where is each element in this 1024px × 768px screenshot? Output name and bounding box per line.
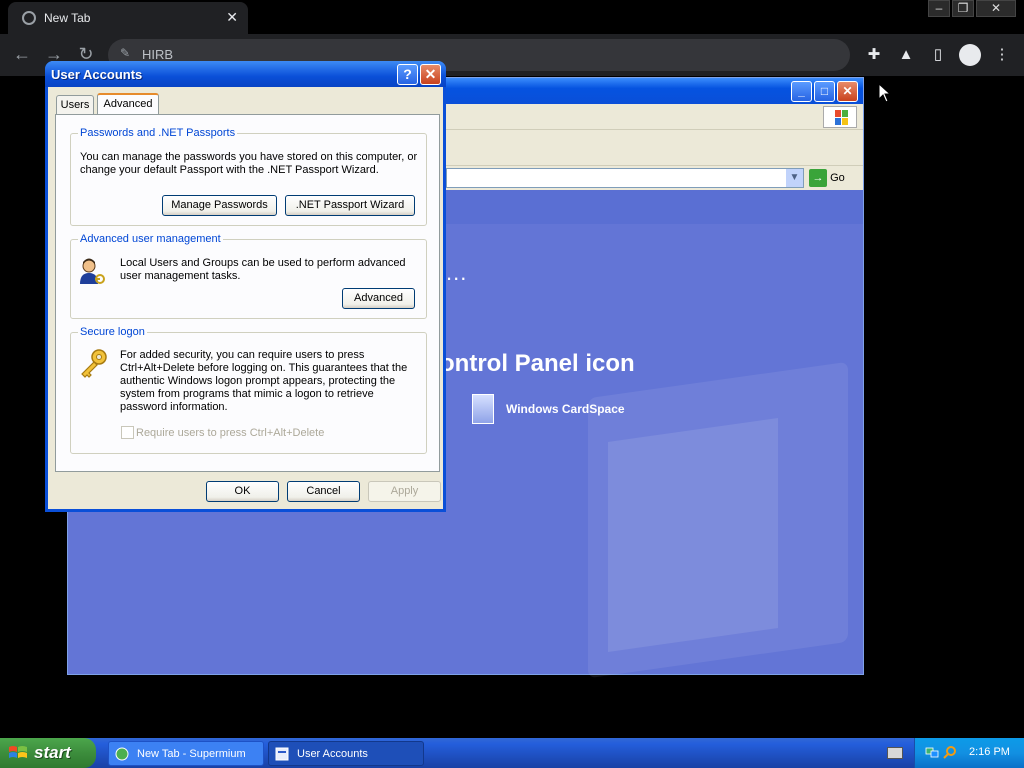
passwords-description: You can manage the passwords you have st…	[80, 151, 418, 176]
cp-close-button[interactable]: ✕	[837, 81, 858, 102]
user-accounts-app-icon	[275, 747, 289, 761]
site-info-icon[interactable]: ✎	[120, 46, 130, 60]
require-ctrl-alt-del-label: Require users to press Ctrl+Alt+Delete	[136, 427, 325, 439]
advanced-tab-pane: Passwords and .NET Passports You can man…	[55, 114, 440, 472]
cardspace-link[interactable]: Windows CardSpace	[506, 402, 625, 416]
side-panel-icon[interactable]: ▯	[927, 44, 949, 66]
restore-button[interactable]: ❐	[952, 0, 974, 17]
passport-wizard-button[interactable]: .NET Passport Wizard	[285, 195, 415, 216]
advanced-description: Local Users and Groups can be used to pe…	[120, 257, 406, 282]
taskbar-item-browser-label: New Tab - Supermium	[137, 748, 246, 760]
taskbar-item-browser[interactable]: New Tab - Supermium	[108, 741, 264, 766]
ok-button[interactable]: OK	[206, 481, 279, 502]
search-icon[interactable]	[943, 745, 957, 759]
go-label: Go	[830, 172, 845, 184]
windows-logo-icon	[823, 106, 857, 128]
windows-flag-icon	[9, 746, 27, 758]
minimize-button[interactable]: –	[928, 0, 950, 17]
passwords-group: Passwords and .NET Passports You can man…	[70, 127, 427, 226]
start-button[interactable]: start	[0, 738, 96, 768]
secure-logon-label: Secure logon	[78, 326, 147, 338]
labs-flask-icon[interactable]: ▲	[895, 44, 917, 66]
manage-passwords-button[interactable]: Manage Passwords	[162, 195, 277, 216]
browser-app-icon	[115, 747, 129, 761]
window-close-button[interactable]: ✕	[976, 0, 1016, 17]
back-icon[interactable]: ←	[10, 43, 34, 67]
dialog-titlebar[interactable]: User Accounts ? ✕	[45, 61, 446, 87]
passwords-group-label: Passwords and .NET Passports	[78, 127, 238, 139]
users-icon	[80, 258, 105, 284]
keyboard-icon[interactable]	[887, 747, 903, 759]
cardspace-icon[interactable]	[472, 394, 494, 424]
window-controls: – ❐ ✕	[928, 0, 1016, 18]
cancel-button[interactable]: Cancel	[287, 481, 360, 502]
user-accounts-dialog: User Accounts ? ✕ Users Advanced Passwor…	[45, 61, 446, 512]
extensions-icon[interactable]: ✚	[863, 44, 885, 66]
start-label: start	[34, 743, 71, 762]
menu-kebab-icon[interactable]: ⋮	[991, 44, 1013, 66]
require-ctrl-alt-del-checkbox[interactable]	[121, 426, 134, 439]
tab-advanced[interactable]: Advanced	[97, 93, 159, 115]
advanced-user-mgmt-group: Advanced user management Local Users and…	[70, 233, 427, 319]
cp-address-field[interactable]: ▼	[446, 168, 804, 188]
mouse-cursor-icon	[878, 83, 892, 103]
profile-avatar-icon[interactable]	[959, 44, 981, 66]
secure-logon-description: For added security, you can require user…	[120, 349, 408, 413]
tab-users[interactable]: Users	[56, 95, 94, 115]
browser-tab[interactable]: New Tab ✕	[8, 2, 248, 34]
advanced-button[interactable]: Advanced	[342, 288, 415, 309]
go-button[interactable]: → Go	[809, 169, 859, 187]
taskbar: start New Tab - Supermium User Accounts	[0, 738, 1024, 768]
clock[interactable]: 2:16 PM	[969, 746, 1010, 758]
advanced-group-label: Advanced user management	[78, 233, 223, 245]
url-text[interactable]: HIRB	[142, 47, 173, 62]
watermark-inner-shape	[608, 418, 778, 652]
globe-icon	[22, 11, 36, 25]
go-arrow-icon: →	[809, 169, 827, 187]
cp-maximize-button[interactable]: □	[814, 81, 835, 102]
browser-tab-title: New Tab	[44, 11, 91, 25]
tab-close-icon[interactable]: ✕	[226, 9, 238, 26]
browser-tabstrip: New Tab ✕ – ❐ ✕	[0, 0, 1024, 34]
help-button[interactable]: ?	[397, 64, 418, 85]
ellipsis-text: ...	[446, 260, 468, 285]
dialog-title: User Accounts	[51, 67, 143, 82]
screen: New Tab ✕ – ❐ ✕ ← → ↻ ✎ HIRB ✚ ▲ ▯ ⋮ _ □…	[0, 0, 1024, 768]
system-tray: 2:16 PM	[914, 738, 1024, 768]
dialog-close-button[interactable]: ✕	[420, 64, 441, 85]
pick-heading: ontrol Panel icon	[440, 350, 635, 377]
chevron-down-icon[interactable]: ▼	[786, 169, 803, 187]
taskbar-item-user-accounts-label: User Accounts	[297, 748, 368, 760]
network-icon[interactable]	[925, 745, 939, 759]
taskbar-item-user-accounts[interactable]: User Accounts	[268, 741, 424, 766]
cp-minimize-button[interactable]: _	[791, 81, 812, 102]
secure-logon-group: Secure logon For added security, you can…	[70, 326, 427, 454]
apply-button[interactable]: Apply	[368, 481, 441, 502]
key-icon	[81, 349, 107, 378]
